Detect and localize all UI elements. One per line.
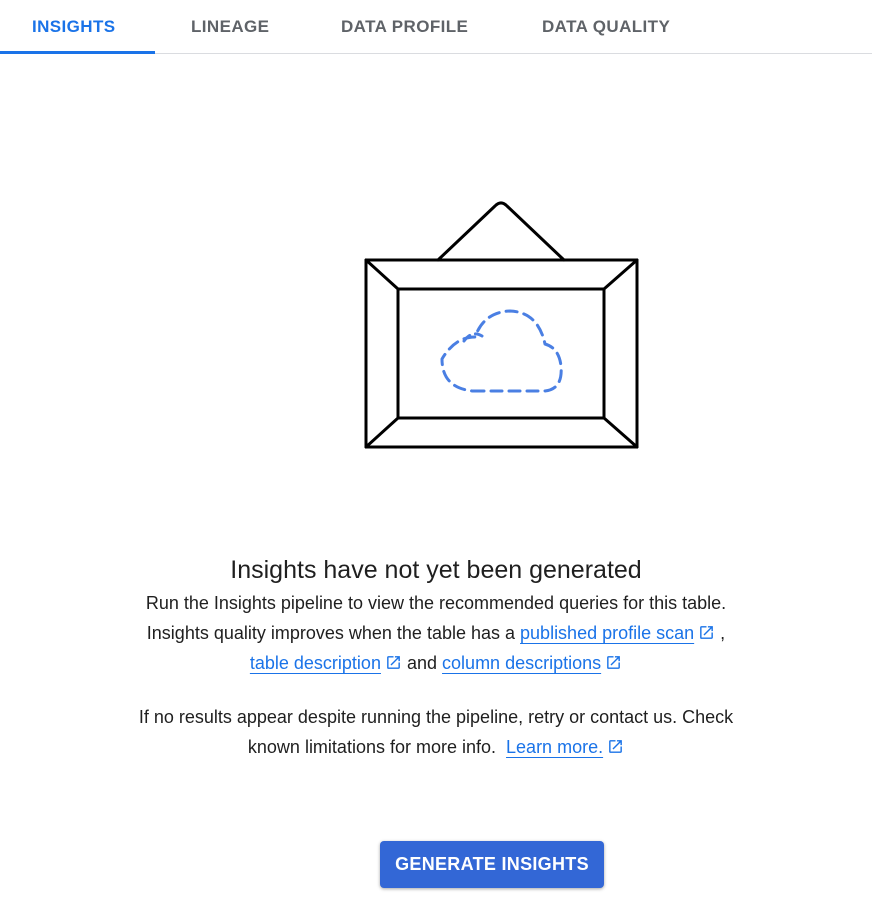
- comma-text: ,: [720, 623, 726, 643]
- active-tab-indicator: [0, 51, 155, 54]
- empty-state-descriptions-line: table description and column description…: [0, 648, 872, 678]
- note-line-1: If no results appear despite running the…: [138, 707, 734, 727]
- note-text: known limitations for more info.: [247, 737, 497, 757]
- tab-data-profile[interactable]: DATA PROFILE: [341, 0, 468, 54]
- empty-state-quality-line: Insights quality improves when the table…: [0, 618, 872, 648]
- empty-state-title: Insights have not yet been generated: [230, 556, 642, 584]
- tab-bar: INSIGHTS LINEAGE DATA PROFILE DATA QUALI…: [0, 0, 872, 54]
- quality-prefix-text: Insights quality improves when the table…: [146, 623, 516, 643]
- generate-insights-button[interactable]: GENERATE INSIGHTS: [380, 841, 604, 888]
- note-line-2: known limitations for more info. Learn m…: [0, 732, 872, 762]
- tab-lineage[interactable]: LINEAGE: [191, 0, 269, 54]
- published-profile-scan-link[interactable]: published profile scan: [520, 623, 694, 643]
- tab-data-quality[interactable]: DATA QUALITY: [542, 0, 670, 54]
- open-in-new-icon: [700, 626, 714, 639]
- empty-state-description: Run the Insights pipeline to view the re…: [145, 593, 727, 613]
- open-in-new-icon: [609, 740, 622, 753]
- open-in-new-icon: [607, 656, 620, 669]
- column-descriptions-link[interactable]: column descriptions: [442, 653, 601, 673]
- picture-frame-cloud-icon: [364, 201, 639, 449]
- and-text: and: [406, 653, 438, 673]
- table-description-link[interactable]: table description: [250, 653, 381, 673]
- open-in-new-icon: [387, 656, 400, 669]
- tab-insights[interactable]: INSIGHTS: [32, 0, 116, 54]
- learn-more-link[interactable]: Learn more.: [506, 737, 603, 757]
